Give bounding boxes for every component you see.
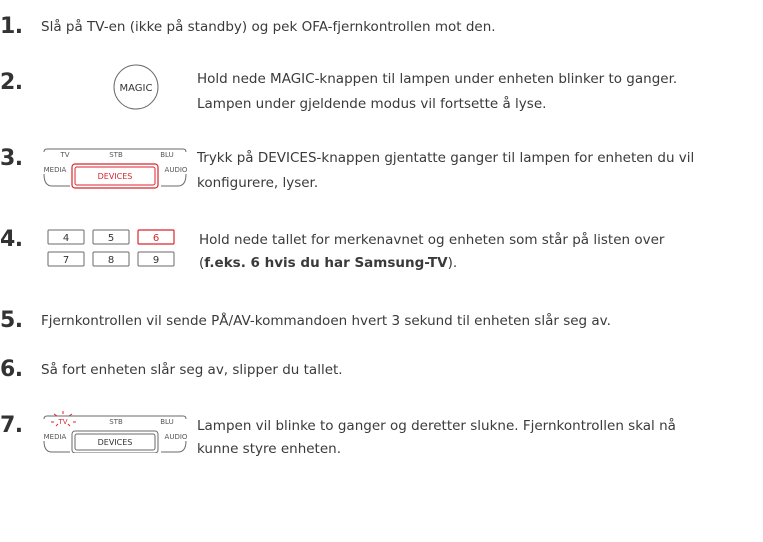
key-4: 4	[47, 229, 85, 245]
step-number-5: 5.	[0, 308, 23, 333]
devices-tv-blinking-icon: TV STB BLU MEDIA AUDIO DEVICES	[43, 411, 188, 453]
step-text-7-line1: Lampen vil blinke to ganger og deretter …	[197, 418, 676, 434]
tv-label: TV	[59, 151, 69, 159]
magic-button-label: MAGIC	[120, 83, 153, 94]
step-text-2-line1: Hold nede MAGIC-knappen til lampen under…	[197, 71, 678, 87]
step-text-6: Så fort enheten slår seg av, slipper du …	[41, 362, 343, 378]
devices-selector-icon: TV STB BLU MEDIA AUDIO DEVICES	[43, 148, 188, 189]
magic-button-icon: MAGIC	[113, 64, 159, 110]
devices-button-label: DEVICES	[98, 438, 133, 447]
stb-label: STB	[109, 418, 123, 426]
step-number-1: 1.	[0, 14, 23, 39]
stb-label: STB	[109, 151, 123, 159]
key-6-highlighted: 6	[137, 229, 175, 245]
step-text-1: Slå på TV-en (ikke på standby) og pek OF…	[41, 19, 496, 35]
step-text-7-line2: kunne styre enheten.	[197, 441, 342, 457]
key-5: 5	[92, 229, 130, 245]
key-9: 9	[137, 251, 175, 267]
svg-text:6: 6	[153, 233, 159, 244]
step-number-3: 3.	[0, 146, 23, 171]
devices-button-label-red: DEVICES	[98, 172, 133, 181]
example-bold-text: f.eks. 6 hvis du har Samsung-TV	[204, 255, 448, 271]
step-text-4-line1: Hold nede tallet for merkenavnet og enhe…	[199, 232, 665, 248]
svg-text:5: 5	[108, 233, 114, 244]
step-text-3-line2: konfigurere, lyser.	[197, 175, 319, 191]
step-number-7: 7.	[0, 413, 23, 438]
svg-text:8: 8	[108, 255, 114, 266]
step-number-2: 2.	[0, 70, 23, 95]
audio-label: AUDIO	[165, 433, 188, 441]
audio-label: AUDIO	[165, 166, 188, 174]
svg-text:9: 9	[153, 255, 159, 266]
key-7: 7	[47, 251, 85, 267]
blu-label: BLU	[160, 151, 173, 159]
step-number-6: 6.	[0, 357, 23, 382]
blu-label: BLU	[160, 418, 173, 426]
step-text-2-line2: Lampen under gjeldende modus vil fortset…	[197, 96, 547, 112]
svg-text:4: 4	[63, 233, 69, 244]
key-8: 8	[92, 251, 130, 267]
step-number-4: 4.	[0, 227, 23, 252]
step-text-4-line2: (f.eks. 6 hvis du har Samsung-TV).	[199, 255, 458, 271]
keypad-icon: 4 5 6 7 8 9	[47, 229, 175, 267]
media-label: MEDIA	[44, 433, 67, 441]
step-text-5: Fjernkontrollen vil sende PÅ/AV-kommando…	[41, 313, 611, 329]
tv-label-red: TV	[57, 418, 67, 426]
svg-text:7: 7	[63, 255, 69, 266]
step-text-3-line1: Trykk på DEVICES-knappen gjentatte gange…	[197, 150, 695, 166]
media-label: MEDIA	[44, 166, 67, 174]
